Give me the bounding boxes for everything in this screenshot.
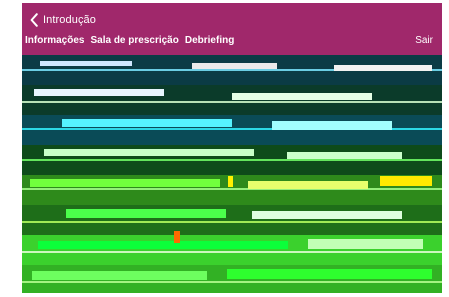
back-label: Introdução	[43, 13, 96, 26]
top-app-bar: Introdução Informações Sala de prescriçã…	[22, 3, 442, 55]
artifact-block	[232, 93, 372, 100]
tab-sala-de-prescricao[interactable]: Sala de prescrição	[90, 36, 178, 46]
artifact-block	[192, 63, 277, 69]
screen: Introdução Informações Sala de prescriçã…	[0, 0, 449, 297]
artifact-scanline	[22, 159, 442, 161]
top-tabs: Informações Sala de prescrição Debriefin…	[25, 36, 234, 46]
artifact-block	[174, 231, 180, 243]
back-button[interactable]: Introdução	[29, 11, 96, 29]
artifact-block	[380, 176, 432, 186]
artifact-block	[32, 271, 207, 280]
tab-debriefing[interactable]: Debriefing	[185, 36, 234, 46]
artifact-block	[248, 181, 368, 189]
artifact-scanline	[22, 221, 442, 223]
artifact-block	[62, 119, 232, 127]
artifact-block	[228, 176, 233, 187]
artifact-block	[30, 179, 220, 187]
artifact-scanline	[22, 281, 442, 283]
artifact-block	[66, 209, 226, 218]
artifact-block	[334, 65, 432, 71]
artifact-block	[227, 269, 432, 279]
artifact-block	[44, 149, 254, 156]
content-area	[22, 55, 442, 293]
artifact-block	[40, 61, 132, 66]
artifact-block	[252, 211, 402, 219]
artifact-block	[308, 239, 423, 249]
logout-button[interactable]: Sair	[415, 36, 433, 46]
artifact-scanline	[22, 101, 442, 103]
artifact-block	[38, 241, 288, 249]
chevron-left-icon	[29, 13, 39, 27]
tab-informacoes[interactable]: Informações	[25, 36, 84, 46]
artifact-scanline	[22, 188, 442, 190]
artifact-block	[287, 152, 402, 159]
artifact-block	[34, 89, 164, 96]
artifact-block	[272, 121, 392, 130]
artifact-scanline	[22, 251, 442, 253]
